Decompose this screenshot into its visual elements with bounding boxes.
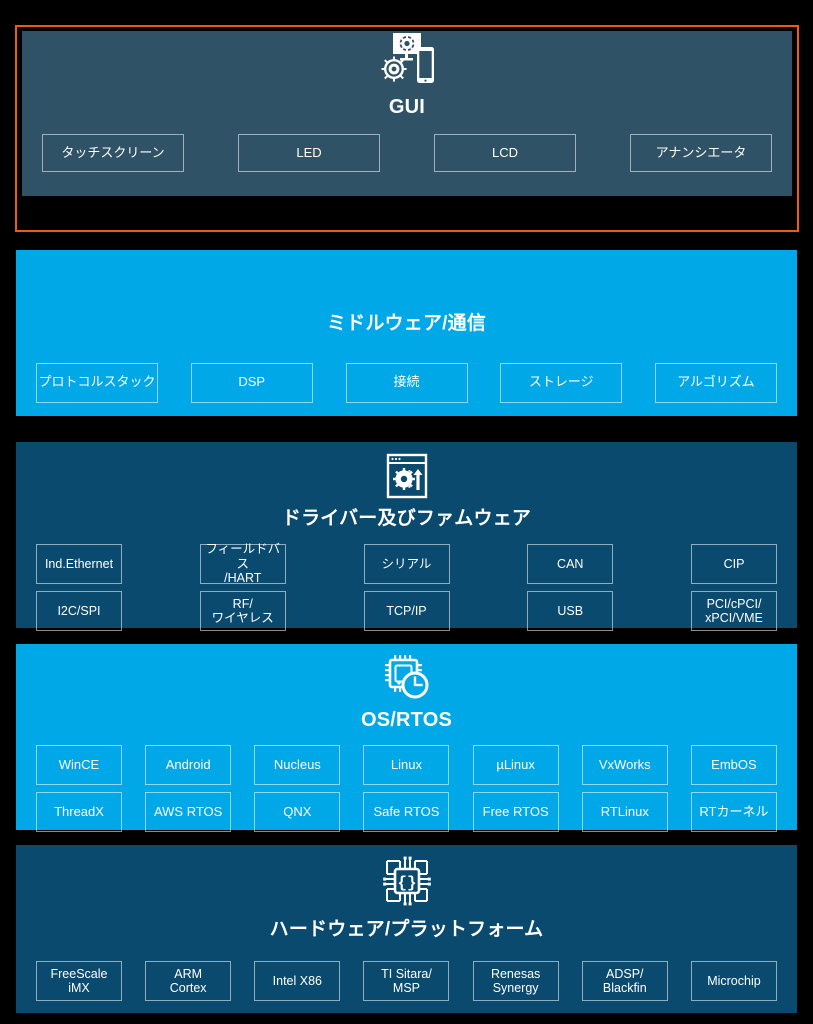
- cpu-clock-icon: [382, 652, 432, 707]
- chip-safe-rtos[interactable]: Safe RTOS: [363, 792, 450, 832]
- chip-fieldbus-hart[interactable]: フィールドバス /HART: [199, 542, 286, 585]
- chip-ind-ethernet[interactable]: Ind.Ethernet: [36, 543, 122, 584]
- layer-title-drivers: ドライバー及びファムウェア: [281, 508, 532, 529]
- architecture-stack-diagram: GUI タッチスクリーン LED LCD アナンシエータ ミドルウェア/通信 プ…: [0, 0, 813, 1024]
- os-column: µLinux Free RTOS: [472, 745, 559, 832]
- chip-arm-cortex[interactable]: ARM Cortex: [145, 960, 232, 1001]
- chip-rf-wireless[interactable]: RF/ ワイヤレス: [199, 590, 286, 631]
- chip-wince[interactable]: WinCE: [36, 745, 122, 785]
- drivers-column: Ind.Ethernet I2C/SPI: [36, 543, 122, 631]
- chip-rt-kernel[interactable]: RTカーネル: [690, 792, 777, 832]
- drivers-column: シリアル TCP/IP: [363, 543, 450, 631]
- chip-i2c-spi[interactable]: I2C/SPI: [36, 590, 122, 631]
- os-column: Android AWS RTOS: [145, 745, 232, 832]
- os-chip-grid: WinCE ThreadX Android AWS RTOS Nucleus Q…: [16, 745, 797, 832]
- layer-os-rtos[interactable]: OS/RTOS WinCE ThreadX Android AWS RTOS N…: [16, 644, 797, 832]
- chip-intel-x86[interactable]: Intel X86: [254, 960, 341, 1001]
- drivers-column: CIP PCI/cPCI/ xPCI/VME: [691, 543, 777, 631]
- layer-title-os-rtos: OS/RTOS: [360, 709, 453, 731]
- drivers-column: CAN USB: [527, 543, 614, 631]
- chip-ti-sitara-msp[interactable]: TI Sitara/ MSP: [363, 960, 450, 1001]
- os-column: EmbOS RTカーネル: [690, 745, 777, 832]
- microchip-braces-icon: {}: [379, 853, 435, 914]
- chip-adsp-blackfin[interactable]: ADSP/ Blackfin: [581, 960, 668, 1001]
- os-column: Nucleus QNX: [254, 745, 341, 832]
- layer-middleware[interactable]: ミドルウェア/通信 プロトコルスタック DSP 接続 ストレージ アルゴリズム: [16, 250, 797, 416]
- chip-connectivity[interactable]: 接続: [345, 362, 468, 403]
- chip-vxworks[interactable]: VxWorks: [581, 745, 668, 785]
- chip-qnx[interactable]: QNX: [254, 792, 341, 832]
- os-column: WinCE ThreadX: [36, 745, 122, 832]
- drivers-column: フィールドバス /HART RF/ ワイヤレス: [199, 542, 286, 631]
- chip-renesas-synergy[interactable]: Renesas Synergy: [472, 960, 559, 1001]
- hardware-chip-row: FreeScale iMX ARM Cortex Intel X86 TI Si…: [16, 960, 797, 1001]
- layer-title-middleware: ミドルウェア/通信: [326, 313, 487, 334]
- chip-led[interactable]: LED: [238, 134, 380, 172]
- gui-chip-row: タッチスクリーン LED LCD アナンシエータ: [22, 134, 792, 172]
- chip-ulinux[interactable]: µLinux: [472, 745, 559, 785]
- chip-rtlinux[interactable]: RTLinux: [581, 792, 668, 832]
- layer-title-gui: GUI: [388, 96, 426, 118]
- chip-aws-rtos[interactable]: AWS RTOS: [145, 792, 232, 832]
- chip-protocol-stack[interactable]: プロトコルスタック: [36, 362, 158, 403]
- chip-storage[interactable]: ストレージ: [500, 362, 623, 403]
- drivers-chip-grid: Ind.Ethernet I2C/SPI フィールドバス /HART RF/ ワ…: [16, 542, 797, 631]
- monitor-gear-tablet-icon: [377, 31, 437, 92]
- chip-dsp[interactable]: DSP: [190, 362, 313, 403]
- layer-title-hardware: ハードウェア/プラットフォーム: [269, 919, 544, 940]
- os-column: Linux Safe RTOS: [363, 745, 450, 832]
- chip-microchip[interactable]: Microchip: [690, 960, 777, 1001]
- chip-lcd[interactable]: LCD: [434, 134, 576, 172]
- layer-gui[interactable]: GUI タッチスクリーン LED LCD アナンシエータ: [22, 31, 792, 196]
- chip-touchscreen[interactable]: タッチスクリーン: [42, 134, 184, 172]
- window-gear-arrow-icon: [383, 452, 431, 505]
- chip-algorithm[interactable]: アルゴリズム: [655, 362, 777, 403]
- chip-serial[interactable]: シリアル: [363, 543, 450, 584]
- chip-usb[interactable]: USB: [527, 590, 614, 631]
- chip-embos[interactable]: EmbOS: [690, 745, 777, 785]
- os-column: VxWorks RTLinux: [581, 745, 668, 832]
- chip-linux[interactable]: Linux: [363, 745, 450, 785]
- chip-cip[interactable]: CIP: [691, 543, 777, 584]
- layer-drivers[interactable]: ドライバー及びファムウェア Ind.Ethernet I2C/SPI フィールド…: [16, 442, 797, 631]
- chip-free-rtos[interactable]: Free RTOS: [472, 792, 559, 832]
- chip-threadx[interactable]: ThreadX: [36, 792, 122, 832]
- layer-hardware-platform[interactable]: {} ハードウェア/プラットフォーム FreeScale iMX ARM Cor…: [16, 845, 797, 1013]
- middleware-chip-row: プロトコルスタック DSP 接続 ストレージ アルゴリズム: [16, 362, 797, 403]
- chip-pci-vme[interactable]: PCI/cPCI/ xPCI/VME: [691, 590, 777, 631]
- svg-text:{}: {}: [397, 874, 416, 892]
- chip-annunciator[interactable]: アナンシエータ: [630, 134, 772, 172]
- chip-freescale-imx[interactable]: FreeScale iMX: [36, 960, 122, 1001]
- chip-tcp-ip[interactable]: TCP/IP: [363, 590, 450, 631]
- chip-android[interactable]: Android: [145, 745, 232, 785]
- chip-nucleus[interactable]: Nucleus: [254, 745, 341, 785]
- chip-can[interactable]: CAN: [527, 543, 614, 584]
